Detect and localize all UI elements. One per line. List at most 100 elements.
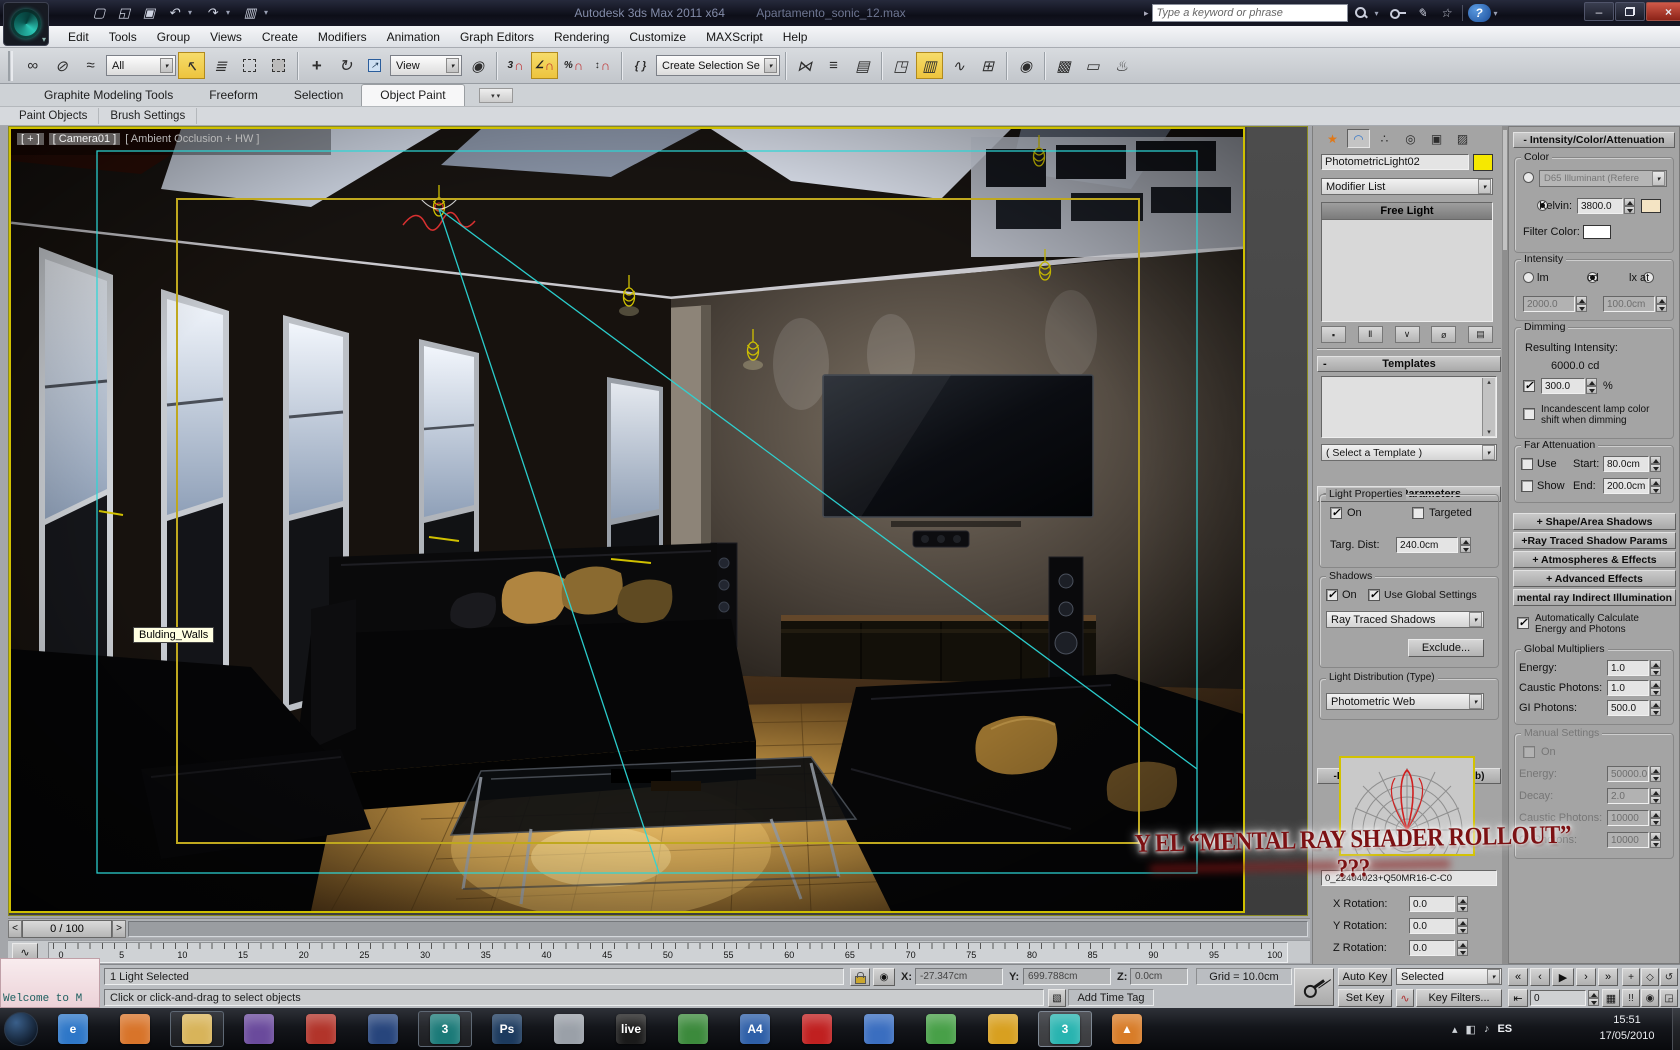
zoom-extents-button[interactable]: !! [1622,989,1640,1007]
auto-calc-checkbox[interactable]: ✓ [1517,617,1529,629]
welcome-window[interactable]: Welcome to M [0,958,100,1008]
pin-stack-button[interactable]: ▪ [1321,326,1346,343]
menu-views[interactable]: Views [200,27,252,47]
start-button[interactable] [4,1012,38,1046]
taskbar-app-gray[interactable] [542,1011,596,1047]
kelvin-spinner[interactable] [1624,198,1635,214]
bind-to-space-warp-button[interactable]: ≈ [77,52,104,79]
select-and-link-button[interactable]: ∞ [19,52,46,79]
select-and-rotate-button[interactable]: ↻ [332,52,359,79]
frame-spinner[interactable] [1588,990,1599,1006]
caustic-photons-field[interactable]: 1.0 [1607,680,1649,696]
distribution-type-dropdown[interactable]: Photometric Web ▾ [1326,693,1484,710]
taskbar-app-red[interactable] [294,1011,348,1047]
track-bar-ruler[interactable]: 0 5 10 15 20 25 30 35 40 45 50 55 60 65 70 75 80 85 90 95 10… [48,942,1288,963]
toolbar-handle[interactable] [8,50,13,81]
ribbon-tab-graphite-modeling-tools[interactable]: Graphite Modeling Tools [26,85,191,106]
zoom-button[interactable]: ◉ [1641,989,1659,1007]
key-filters-button[interactable]: Key Filters... [1416,989,1502,1007]
lx-distance-spinner[interactable] [1656,296,1667,312]
manual-decay-field[interactable]: 2.0 [1607,788,1649,804]
object-color-swatch[interactable] [1473,154,1493,171]
ribbon-subtab-paint-objects[interactable]: Paint Objects [8,108,100,124]
intensity-rollout-header[interactable]: - Intensity/Color/Attenuation [1513,132,1675,148]
help-button[interactable]: ? [1467,4,1491,22]
lx-distance-field[interactable]: 100.0cm [1603,296,1655,312]
redo-button[interactable]: ↷ [201,3,223,22]
configure-modifier-sets-button[interactable]: ▤ [1468,326,1493,343]
window-crossing-button[interactable] [265,52,292,79]
minimize-button[interactable]: – [1584,2,1614,21]
lm-radio[interactable] [1523,272,1534,283]
ribbon-minimize-dropdown[interactable]: ▾ ▾ [478,88,513,103]
d65-radio[interactable] [1523,172,1534,183]
time-slider-track[interactable] [128,920,1308,937]
tab-modify[interactable]: ◠ [1347,129,1370,148]
dimming-percent-field[interactable]: 300.0 [1541,378,1585,394]
go-to-start-button[interactable]: « [1508,968,1528,986]
layer-manager-button[interactable]: ▤ [849,52,876,79]
taskbar-internet-explorer[interactable]: e [46,1011,100,1047]
targeted-checkbox[interactable] [1412,507,1424,519]
tab-display[interactable]: ▣ [1425,129,1448,148]
search-dropdown[interactable]: ▾ [1375,9,1385,18]
kelvin-color-swatch[interactable] [1641,199,1661,213]
rollout-shape-area-shadows[interactable]: + Shape/Area Shadows [1513,513,1676,530]
manual-gi-spinner[interactable] [1650,832,1661,848]
use-center-button[interactable]: ◉ [464,52,491,79]
curve-editor-button[interactable]: ∿ [945,52,972,79]
filter-color-swatch[interactable] [1583,225,1611,239]
rollout-atmospheres-effects[interactable]: + Atmospheres & Effects [1513,551,1676,568]
menu-help[interactable]: Help [773,27,818,47]
time-slider-handle[interactable]: 0 / 100 [22,919,112,938]
intensity-value-spinner[interactable] [1576,296,1587,312]
align-button[interactable]: ≡ [820,52,847,79]
undo-button[interactable]: ↶ [163,3,185,22]
make-unique-button[interactable]: ∨ [1394,326,1420,343]
spinner-snap-button[interactable]: ↕ ∩ [589,52,616,79]
remove-modifier-button[interactable]: ø [1431,326,1457,343]
y-rotation-field[interactable]: 0.0 [1409,918,1455,934]
dimming-percent-spinner[interactable] [1586,378,1597,394]
open-file-button[interactable]: ◱ [113,3,135,22]
taskbar-photoshop[interactable]: Ps [480,1011,534,1047]
far-atten-use-checkbox[interactable] [1521,458,1533,470]
schematic-view-button[interactable]: ⊞ [974,52,1001,79]
menu-customize[interactable]: Customize [619,27,696,47]
intensity-value-field[interactable]: 2000.0 [1523,296,1575,312]
snap-toggle-3d-button[interactable]: 3 ∩ [502,52,529,79]
tab-utilities[interactable]: ▨ [1451,129,1474,148]
viewport-menu-camera[interactable]: [ Camera01 ] [48,133,121,145]
mirror-button[interactable]: ⋈ [791,52,818,79]
dimming-checkbox[interactable]: ✓ [1523,380,1535,392]
ribbon-tab-selection[interactable]: Selection [276,85,361,106]
taskbar-app-dark-blue[interactable] [356,1011,410,1047]
energy-multiplier-spinner[interactable] [1650,660,1661,676]
favorites-button[interactable]: ☆ [1436,4,1457,22]
subscription-button[interactable] [1388,4,1409,22]
absolute-offset-toggle-button[interactable]: ◉ [873,968,895,986]
tray-sound-icon[interactable]: ♪ [1484,1023,1490,1035]
taskbar-app-a4[interactable]: A4 [728,1011,782,1047]
search-input[interactable] [1151,4,1348,22]
previous-key-button[interactable]: ‹ [1530,968,1550,986]
next-frame-button[interactable]: > [112,919,126,938]
restore-button[interactable] [1615,2,1645,21]
selection-set-key-dropdown[interactable]: Selected ▾ [1396,968,1502,985]
exclude-button[interactable]: Exclude... [1408,639,1484,657]
go-to-end-button[interactable]: » [1598,968,1618,986]
menu-graph-editors[interactable]: Graph Editors [450,27,544,47]
target-distance-spinner[interactable] [1460,537,1471,553]
menu-group[interactable]: Group [147,27,200,47]
taskbar-app-blue[interactable] [852,1011,906,1047]
stack-item-free-light[interactable]: Free Light [1322,203,1492,220]
time-configuration-button[interactable]: ▦ [1602,989,1620,1007]
menu-edit[interactable]: Edit [58,27,99,47]
object-name-field[interactable]: PhotometricLight02 [1321,154,1469,170]
z-rotation-field[interactable]: 0.0 [1409,940,1455,956]
menu-maxscript[interactable]: MAXScript [696,27,773,47]
far-atten-end-field[interactable]: 200.0cm [1603,478,1649,494]
percent-snap-button[interactable]: % ∩ [560,52,587,79]
tray-show-hidden-icon[interactable]: ▴ [1452,1023,1458,1036]
select-by-name-button[interactable]: ≣ [207,52,234,79]
